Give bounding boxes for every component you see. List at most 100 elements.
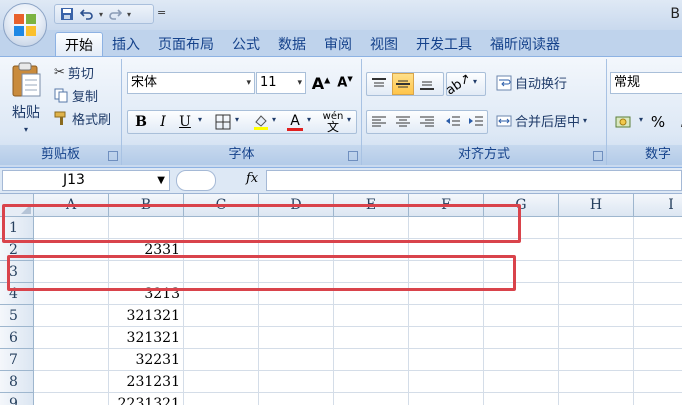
cell-b8[interactable]: 231231 <box>109 371 184 393</box>
cell-b3[interactable] <box>109 261 184 283</box>
cell-g7[interactable] <box>484 349 559 371</box>
row-header-9[interactable]: 9 <box>0 393 34 405</box>
increase-indent-button[interactable] <box>465 111 487 133</box>
cell-h6[interactable] <box>559 327 634 349</box>
merge-center-button[interactable]: 合并后居中 ▾ <box>496 111 587 130</box>
paste-button[interactable]: 粘贴 ▾ <box>4 61 48 134</box>
column-header-b[interactable]: B <box>109 194 184 217</box>
cell-h3[interactable] <box>559 261 634 283</box>
cell-b2[interactable]: 2331 <box>109 239 184 261</box>
align-bottom-button[interactable] <box>416 73 438 95</box>
borders-button[interactable] <box>212 111 234 133</box>
undo-dropdown-icon[interactable]: ▾ <box>99 10 103 19</box>
cell-e4[interactable] <box>334 283 409 305</box>
name-box[interactable]: J13 ▼ <box>2 170 170 191</box>
wrap-text-button[interactable]: 自动换行 <box>496 73 567 92</box>
tab-formulas[interactable]: 公式 <box>223 32 269 56</box>
cell-g9[interactable] <box>484 393 559 405</box>
cell-d8[interactable] <box>259 371 334 393</box>
cell-c8[interactable] <box>184 371 259 393</box>
cell-g4[interactable] <box>484 283 559 305</box>
underline-dropdown-icon[interactable]: ▾ <box>198 115 202 124</box>
cell-d4[interactable] <box>259 283 334 305</box>
align-left-button[interactable] <box>368 111 390 133</box>
cell-i3[interactable] <box>634 261 682 283</box>
select-all-button[interactable] <box>0 194 34 217</box>
cell-d7[interactable] <box>259 349 334 371</box>
number-format-combo[interactable]: 常规 <box>610 72 682 94</box>
tab-foxit-reader[interactable]: 福昕阅读器 <box>481 32 569 56</box>
cell-e9[interactable] <box>334 393 409 405</box>
cell-d6[interactable] <box>259 327 334 349</box>
cell-g3[interactable] <box>484 261 559 283</box>
cell-f1[interactable] <box>409 217 484 239</box>
cell-i2[interactable] <box>634 239 682 261</box>
grow-font-button[interactable]: A▲ <box>310 72 332 94</box>
tab-home[interactable]: 开始 <box>55 32 103 56</box>
cell-d2[interactable] <box>259 239 334 261</box>
cell-f6[interactable] <box>409 327 484 349</box>
align-center-button[interactable] <box>392 111 414 133</box>
accounting-dropdown-icon[interactable]: ▾ <box>639 115 643 124</box>
cell-c6[interactable] <box>184 327 259 349</box>
cell-a6[interactable] <box>34 327 109 349</box>
column-header-a[interactable]: A <box>34 194 109 217</box>
cell-e7[interactable] <box>334 349 409 371</box>
underline-button[interactable]: U <box>174 111 196 133</box>
cell-h5[interactable] <box>559 305 634 327</box>
insert-function-button[interactable]: fx <box>246 171 258 186</box>
clipboard-dialog-launcher-icon[interactable] <box>108 151 118 161</box>
column-header-d[interactable]: D <box>259 194 334 217</box>
cell-i8[interactable] <box>634 371 682 393</box>
cell-a8[interactable] <box>34 371 109 393</box>
cell-h9[interactable] <box>559 393 634 405</box>
cell-f2[interactable] <box>409 239 484 261</box>
phonetic-guide-button[interactable]: wén 文 <box>320 111 346 134</box>
cell-c4[interactable] <box>184 283 259 305</box>
save-icon[interactable] <box>59 6 75 22</box>
fill-color-button[interactable] <box>250 111 272 133</box>
copy-button[interactable]: 复制 <box>54 86 98 105</box>
cell-h8[interactable] <box>559 371 634 393</box>
accounting-format-button[interactable] <box>611 111 639 133</box>
row-header-8[interactable]: 8 <box>0 371 34 393</box>
row-header-3[interactable]: 3 <box>0 261 34 283</box>
comma-style-button[interactable]: , <box>671 111 682 133</box>
font-dialog-launcher-icon[interactable] <box>348 151 358 161</box>
cell-a1[interactable] <box>34 217 109 239</box>
cell-c5[interactable] <box>184 305 259 327</box>
phonetic-dropdown-icon[interactable]: ▾ <box>347 115 351 124</box>
cell-g5[interactable] <box>484 305 559 327</box>
font-size-combo[interactable]: 11 ▾ <box>256 72 306 94</box>
row-header-4[interactable]: 4 <box>0 283 34 305</box>
row-header-6[interactable]: 6 <box>0 327 34 349</box>
percent-button[interactable]: % <box>647 111 669 133</box>
bold-button[interactable]: B <box>130 111 152 133</box>
cell-i4[interactable] <box>634 283 682 305</box>
column-header-i[interactable]: I <box>634 194 682 217</box>
cell-f8[interactable] <box>409 371 484 393</box>
cell-h2[interactable] <box>559 239 634 261</box>
orientation-button[interactable]: ab↗ <box>444 70 475 98</box>
alignment-dialog-launcher-icon[interactable] <box>593 151 603 161</box>
cell-d5[interactable] <box>259 305 334 327</box>
cell-i6[interactable] <box>634 327 682 349</box>
tab-view[interactable]: 视图 <box>361 32 407 56</box>
column-header-f[interactable]: F <box>409 194 484 217</box>
cell-g2[interactable] <box>484 239 559 261</box>
tab-insert[interactable]: 插入 <box>103 32 149 56</box>
cell-e1[interactable] <box>334 217 409 239</box>
cell-h7[interactable] <box>559 349 634 371</box>
cell-g8[interactable] <box>484 371 559 393</box>
cell-f9[interactable] <box>409 393 484 405</box>
cell-f7[interactable] <box>409 349 484 371</box>
shrink-font-button[interactable]: A▼ <box>334 72 356 94</box>
cell-c9[interactable] <box>184 393 259 405</box>
merge-dropdown-icon[interactable]: ▾ <box>583 116 587 125</box>
tab-page-layout[interactable]: 页面布局 <box>149 32 223 56</box>
cell-e5[interactable] <box>334 305 409 327</box>
cell-e3[interactable] <box>334 261 409 283</box>
cell-b5[interactable]: 321321 <box>109 305 184 327</box>
row-header-7[interactable]: 7 <box>0 349 34 371</box>
cell-a7[interactable] <box>34 349 109 371</box>
